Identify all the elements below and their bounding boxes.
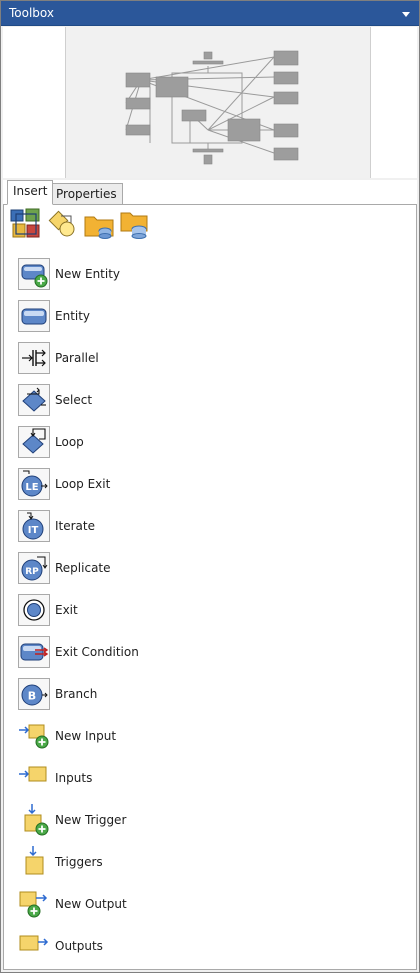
list-item[interactable]: Select [16,381,411,423]
item-label: New Trigger [55,813,127,827]
inputs-icon [19,766,47,782]
icon-box: B [18,678,50,710]
title-bar: Toolbox [1,1,419,26]
item-label: Select [55,393,93,407]
icon-box [18,384,50,416]
item-label: Iterate [55,519,96,533]
list-item[interactable]: New Output [16,885,411,927]
exit-icon [23,599,45,621]
icon-box [18,846,50,878]
list-item[interactable]: LE Loop Exit [16,465,411,507]
list-item[interactable]: Loop [16,423,411,465]
icon-box [18,888,50,920]
item-label: Exit [55,603,78,617]
parallel-icon [22,349,46,367]
list-item[interactable]: Inputs [16,759,411,801]
new-input-icon [19,724,49,749]
badge-text: IT [28,525,39,536]
list-item[interactable]: Outputs [16,927,411,969]
item-label: Exit Condition [55,645,139,659]
triggers-icon [25,846,44,875]
loop-exit-icon: LE [21,470,48,497]
icon-box [18,300,50,332]
item-label: Entity [55,309,91,323]
shape-connector-icon[interactable] [47,208,79,240]
item-label: New Input [55,729,117,743]
new-output-icon [19,891,48,918]
iterate-icon: IT [22,512,44,540]
icon-box [18,636,50,668]
icon-box [18,594,50,626]
icon-box: IT [18,510,50,542]
entity-group-icon[interactable] [10,208,42,240]
list-item[interactable]: New Trigger [16,801,411,843]
icon-box [18,720,50,752]
list-item[interactable]: Exit Condition [16,633,411,675]
icon-box: LE [18,468,50,500]
list-item[interactable]: New Input [16,717,411,759]
diagram-overview-area [3,27,417,178]
new-trigger-icon [24,804,49,836]
icon-box [18,804,50,836]
tab-strip: Insert Properties [3,180,417,205]
item-label: Replicate [55,561,111,575]
toolbox-items: New Entity Entity Parallel Select Loop L… [16,255,411,969]
badge-text: B [28,690,36,703]
tab-properties[interactable]: Properties [50,183,123,205]
item-label: New Output [55,897,127,911]
item-label: Loop [55,435,84,449]
diagram-thumbnail-icon [125,50,299,165]
replicate-icon: RP [21,556,48,581]
badge-text: LE [25,482,38,493]
toolbox-window: Toolbox Insert Properties New Entity Ent… [0,0,420,973]
branch-icon: B [21,684,48,706]
outputs-icon [19,935,49,951]
item-label: Parallel [55,351,99,365]
badge-text: RP [25,567,39,577]
item-label: Loop Exit [55,477,111,491]
item-label: Branch [55,687,98,701]
dropdown-arrow-icon[interactable] [399,7,413,21]
insert-panel: New Entity Entity Parallel Select Loop L… [3,204,417,970]
exit-condition-icon [20,643,49,661]
item-label: Outputs [55,939,103,953]
icon-box [18,342,50,374]
item-label: Triggers [55,855,103,869]
tab-insert[interactable]: Insert [7,180,54,205]
list-item[interactable]: RP Replicate [16,549,411,591]
list-item[interactable]: IT Iterate [16,507,411,549]
window-title: Toolbox [9,6,54,20]
loop-icon [22,428,46,454]
database-folder-icon[interactable] [119,208,151,240]
list-item[interactable]: Parallel [16,339,411,381]
list-item[interactable]: B Branch [16,675,411,717]
icon-box [18,258,50,290]
folder-database-icon[interactable] [83,208,115,240]
icon-box [18,426,50,458]
icon-box [18,930,50,962]
new-entity-icon [21,264,48,288]
select-icon [22,387,46,412]
icon-box: RP [18,552,50,584]
icon-box [18,762,50,794]
entity-icon [21,308,47,325]
item-label: New Entity [55,267,121,281]
list-item[interactable]: Triggers [16,843,411,885]
list-item[interactable]: New Entity [16,255,411,297]
diagram-overview[interactable] [65,27,371,178]
item-label: Inputs [55,771,93,785]
list-item[interactable]: Exit [16,591,411,633]
list-item[interactable]: Entity [16,297,411,339]
